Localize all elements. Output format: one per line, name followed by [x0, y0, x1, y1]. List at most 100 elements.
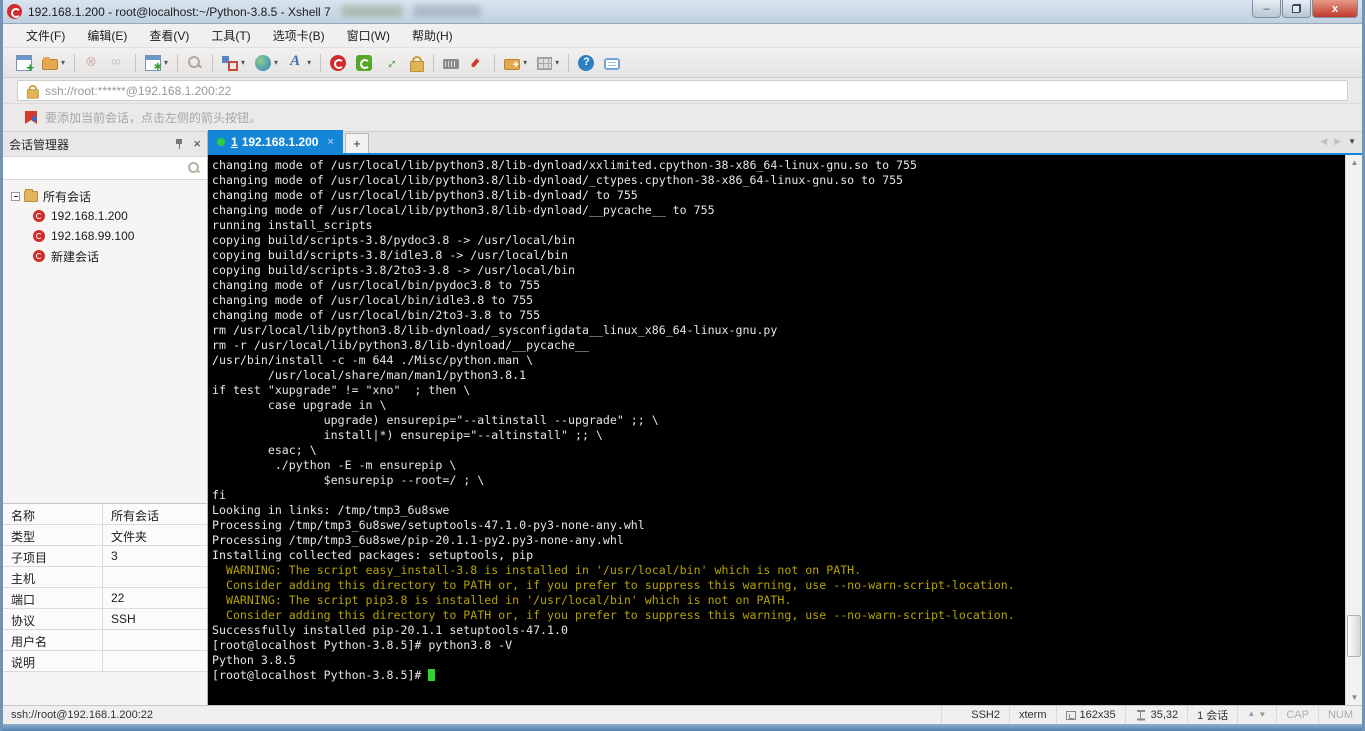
menu-window[interactable]: 窗口(W) [336, 24, 401, 47]
session-item[interactable]: 新建会话 [3, 246, 207, 266]
keyboard-icon [443, 59, 460, 69]
pin-icon[interactable] [173, 138, 185, 150]
tab-192-168-1-200[interactable]: 1 192.168.1.200 × [208, 130, 343, 153]
scroll-up-icon[interactable]: ▲ [1346, 155, 1363, 170]
tab-scroll-left-icon[interactable]: ◀ [1320, 136, 1327, 147]
session-item[interactable]: 192.168.1.200 [3, 206, 207, 226]
tab-list-dropdown-icon[interactable]: ▼ [1348, 137, 1356, 146]
session-tree: 所有会话 192.168.1.200 192.168.99.100 新建会话 [3, 180, 207, 503]
xftp-button[interactable] [352, 52, 376, 74]
folder-icon [24, 188, 38, 202]
help-button[interactable] [574, 52, 598, 74]
tree-root-all-sessions[interactable]: 所有会话 [3, 186, 207, 206]
tab-title: 192.168.1.200 [241, 134, 319, 149]
property-label: 名称 [3, 504, 103, 524]
session-manager-panel: 会话管理器 × 所有会话 192.168.1.200 192.168.99.100… [3, 132, 208, 705]
panel-close-icon[interactable]: × [193, 137, 201, 150]
dropdown-arrow-icon[interactable]: ▾ [307, 58, 311, 67]
web-button[interactable]: ▾ [251, 52, 282, 74]
terminal-line: [root@localhost Python-3.8.5]# [212, 668, 1345, 683]
toolbar-separator [212, 53, 214, 72]
bookmark-icon[interactable] [25, 111, 37, 124]
keyboard-button[interactable] [439, 53, 463, 72]
compose-button[interactable]: ▾ [218, 52, 249, 74]
xshell-icon [330, 54, 347, 71]
address-field[interactable]: ssh://root:******@192.168.1.200:22 [17, 80, 1348, 101]
dropdown-arrow-icon[interactable]: ▾ [241, 58, 245, 67]
property-value [103, 630, 207, 650]
restore-button[interactable] [1282, 0, 1311, 18]
property-row: 子项目 3 [3, 546, 207, 567]
toolbar-separator [494, 53, 496, 72]
font-icon [288, 53, 304, 71]
disconnect-button [80, 52, 104, 74]
title-bar: 192.168.1.200 - root@localhost:~/Python-… [3, 0, 1362, 24]
xshell-button[interactable] [326, 52, 350, 74]
new-file-button[interactable]: ▾ [500, 53, 531, 73]
updown-icon [1247, 709, 1267, 721]
fullscreen-icon [382, 55, 398, 71]
terminal-line: changing mode of /usr/local/lib/python3.… [212, 173, 904, 187]
tree-expander-icon[interactable] [11, 191, 20, 201]
property-label: 协议 [3, 609, 103, 629]
blurred-watermark [413, 5, 481, 17]
session-search-input[interactable] [9, 161, 187, 175]
layout-grid-button[interactable]: ▾ [533, 53, 563, 73]
dropdown-arrow-icon[interactable]: ▾ [274, 58, 278, 67]
fullscreen-button[interactable] [378, 52, 402, 74]
dropdown-arrow-icon[interactable]: ▾ [523, 58, 527, 67]
minimize-button[interactable]: – [1252, 0, 1281, 18]
menu-file[interactable]: 文件(F) [15, 24, 76, 47]
status-label: CAP [1286, 709, 1309, 721]
terminal-line: WARNING: The script pip3.8 is installed … [212, 593, 792, 607]
terminal-line: /usr/bin/install -c -m 644 ./Misc/python… [212, 353, 534, 367]
font-button[interactable]: ▾ [284, 52, 315, 74]
property-value: 22 [111, 591, 125, 605]
menu-help[interactable]: 帮助(H) [401, 24, 464, 47]
status-caps-indicator: CAP [1276, 706, 1318, 724]
menu-tools[interactable]: 工具(T) [200, 24, 261, 47]
session-item[interactable]: 192.168.99.100 [3, 226, 207, 246]
new-session-button[interactable] [12, 52, 36, 75]
feedback-icon [604, 57, 621, 70]
restore-icon [1292, 4, 1301, 13]
scrollbar-thumb[interactable] [1347, 615, 1361, 657]
tab-scroll-right-icon[interactable]: ▶ [1334, 136, 1341, 147]
disconnect-icon [84, 53, 100, 71]
terminal-line: Processing /tmp/tmp3_6u8swe/pip-20.1.1-p… [212, 533, 624, 547]
bookmark-tip-text: 要添加当前会话，点击左侧的箭头按钮。 [45, 111, 262, 125]
find-button[interactable] [183, 52, 207, 74]
terminal-scrollbar[interactable]: ▲ ▼ [1345, 155, 1362, 705]
highlight-button[interactable] [465, 52, 489, 74]
feedback-button[interactable] [600, 53, 624, 73]
terminal-output[interactable]: changing mode of /usr/local/lib/python3.… [208, 155, 1345, 705]
property-row: 用户名 [3, 630, 207, 651]
dropdown-arrow-icon[interactable]: ▾ [61, 58, 65, 67]
property-value: 所有会话 [111, 509, 160, 523]
window-bottom-border [3, 724, 1362, 731]
tab-index: 1 [231, 134, 238, 149]
search-icon[interactable] [187, 161, 201, 175]
scroll-down-icon[interactable]: ▼ [1346, 690, 1363, 705]
status-label: 35,32 [1150, 709, 1179, 721]
menu-tabs[interactable]: 选项卡(B) [262, 24, 336, 47]
tab-close-icon[interactable]: × [327, 136, 333, 148]
lock-button[interactable] [404, 52, 428, 74]
resize-icon [1065, 711, 1076, 720]
new-tab-button[interactable]: + [344, 133, 369, 153]
menu-view[interactable]: 查看(V) [138, 24, 200, 47]
property-value: 文件夹 [111, 530, 148, 544]
session-label: 192.168.99.100 [51, 229, 135, 243]
dropdown-arrow-icon[interactable]: ▾ [164, 58, 168, 67]
close-button[interactable]: x [1312, 0, 1358, 18]
terminal-line: changing mode of /usr/local/lib/python3.… [212, 158, 917, 172]
property-label: 端口 [3, 588, 103, 608]
toolbar-separator [177, 53, 179, 72]
terminal-line: running install_scripts [212, 218, 373, 232]
xshell-session-icon [33, 250, 45, 262]
dropdown-arrow-icon[interactable]: ▾ [555, 58, 559, 67]
open-session-button[interactable]: ▾ [38, 53, 69, 73]
compose-icon [222, 55, 239, 71]
menu-edit[interactable]: 编辑(E) [76, 24, 138, 47]
session-properties-button[interactable]: ▾ [141, 52, 172, 74]
